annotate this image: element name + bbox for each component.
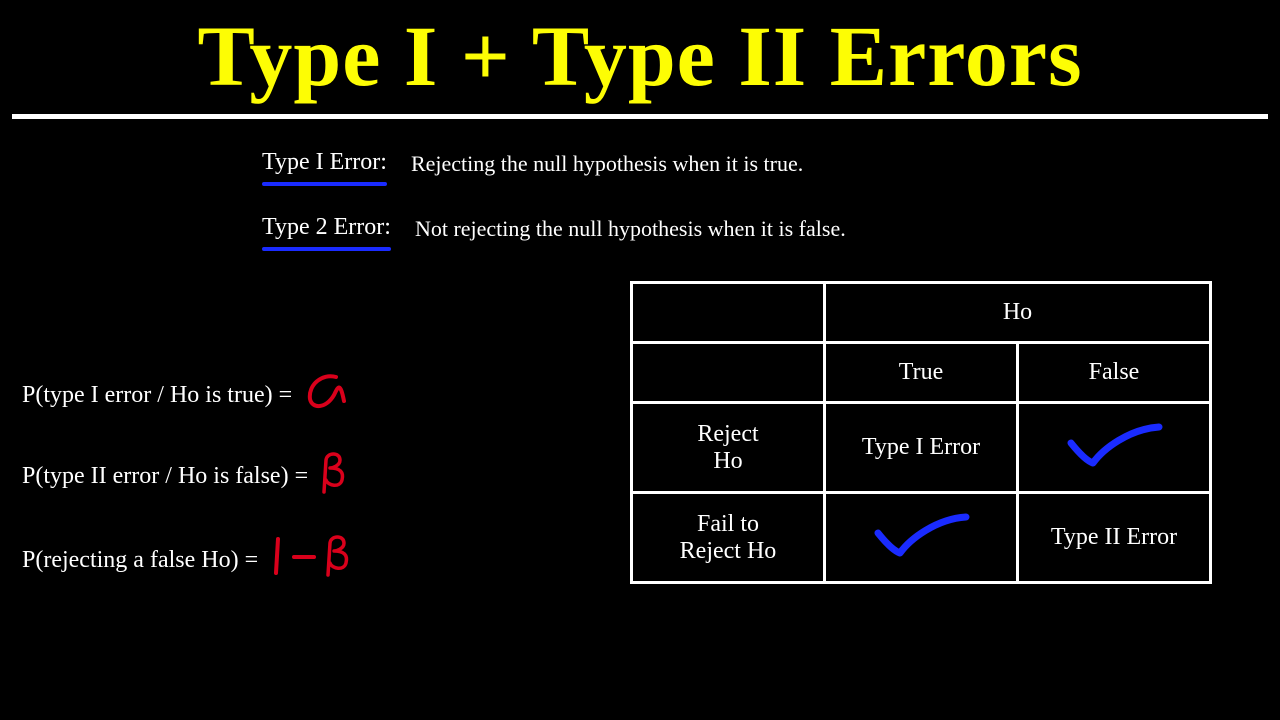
formula-beta: P(type II error / Ho is false) = (22, 450, 622, 503)
formula-power-text: P(rejecting a false Ho) = (22, 547, 258, 574)
cell-blank-side (632, 343, 825, 403)
formula-alpha-text: P(type I error / Ho is true) = (22, 382, 292, 409)
cell-blank-top (632, 283, 825, 343)
cell-fail-label: Fail to Reject Ho (632, 493, 825, 583)
cell-type2-error: Type II Error (1018, 493, 1211, 583)
def2-label: Type 2 Error: (262, 214, 391, 240)
cell-false-header: False (1018, 343, 1211, 403)
def2-underline (262, 247, 391, 251)
cell-reject-false-check (1018, 403, 1211, 493)
definition-type2: Type 2 Error: Not rejecting the null hyp… (262, 214, 1280, 251)
definition-type1: Type I Error: Rejecting the null hypothe… (262, 149, 1280, 186)
definitions-block: Type I Error: Rejecting the null hypothe… (262, 149, 1280, 251)
check-icon (866, 509, 976, 559)
lower-section: P(type I error / Ho is true) = P(type II… (0, 281, 1280, 618)
formulas-block: P(type I error / Ho is true) = P(type II… (0, 281, 622, 618)
def1-label-wrap: Type I Error: (262, 149, 387, 186)
error-matrix: Ho True False Reject Ho Type I Error Fai… (630, 281, 1212, 584)
cell-type1-error: Type I Error (825, 403, 1018, 493)
check-icon (1059, 419, 1169, 469)
formula-power: P(rejecting a false Ho) = (22, 533, 622, 588)
beta-symbol (318, 450, 348, 503)
def1-text: Rejecting the null hypothesis when it is… (411, 149, 803, 177)
one-minus-beta-symbol (268, 533, 358, 588)
formula-beta-text: P(type II error / Ho is false) = (22, 463, 308, 490)
def2-label-wrap: Type 2 Error: (262, 214, 391, 251)
def1-label: Type I Error: (262, 149, 387, 175)
cell-true-header: True (825, 343, 1018, 403)
title-underline (12, 114, 1268, 119)
def1-underline (262, 182, 387, 186)
alpha-symbol (302, 371, 348, 420)
def2-text: Not rejecting the null hypothesis when i… (415, 214, 846, 242)
cell-reject-label: Reject Ho (632, 403, 825, 493)
cell-ho-header: Ho (825, 283, 1211, 343)
error-matrix-wrap: Ho True False Reject Ho Type I Error Fai… (630, 281, 1212, 618)
cell-fail-true-check (825, 493, 1018, 583)
page-title: Type I + Type II Errors (0, 0, 1280, 106)
formula-alpha: P(type I error / Ho is true) = (22, 371, 622, 420)
